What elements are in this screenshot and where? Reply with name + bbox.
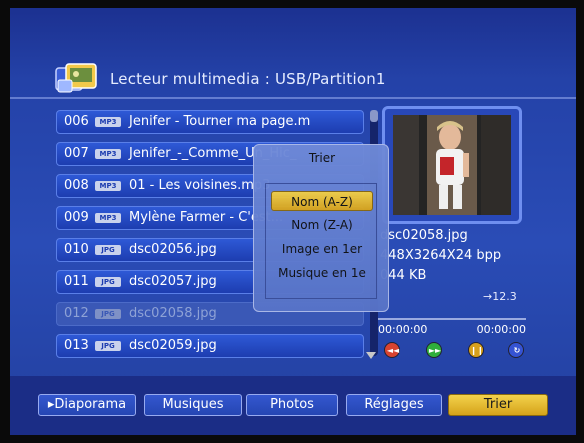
file-number: 006 bbox=[64, 114, 89, 129]
frame-border-right bbox=[576, 0, 584, 443]
file-number: 007 bbox=[64, 146, 89, 161]
sort-option-images-first[interactable]: Image en 1er bbox=[271, 239, 373, 259]
playback-time-bar: 00:00:00 00:00:00 bbox=[378, 318, 526, 338]
pause-icon[interactable]: ❙❙ bbox=[468, 342, 484, 358]
jpg-icon: JPG bbox=[95, 341, 121, 351]
repeat-icon[interactable]: ↻ bbox=[508, 342, 524, 358]
frame-border-top bbox=[0, 0, 584, 8]
slideshow-button[interactable]: ▸Diaporama bbox=[38, 394, 136, 416]
info-filename: dsc02058.jpg bbox=[380, 228, 468, 243]
mp3-icon: MP3 bbox=[95, 149, 121, 159]
image-preview bbox=[382, 106, 522, 224]
scroll-down-arrow-icon[interactable] bbox=[366, 352, 376, 359]
info-dimensions: 448X3264X24 bpp bbox=[380, 248, 502, 263]
settings-button[interactable]: Réglages bbox=[346, 394, 442, 416]
sort-option-name-desc[interactable]: Nom (Z-A) bbox=[271, 215, 373, 235]
file-name: Jenifer - Tourner ma page.m bbox=[129, 114, 311, 129]
jpg-icon: JPG bbox=[95, 277, 121, 287]
file-number: 009 bbox=[64, 210, 89, 225]
elapsed-time: 00:00:00 bbox=[378, 323, 428, 336]
jpg-icon: JPG bbox=[95, 245, 121, 255]
file-name: dsc02056.jpg bbox=[129, 242, 217, 257]
playback-controls: ◄◄ ►► ❙❙ ↻ bbox=[384, 342, 524, 360]
fast-forward-icon[interactable]: ►► bbox=[426, 342, 442, 358]
photo-thumbnail bbox=[393, 115, 511, 215]
file-name: 01 - Les voisines.mp3 bbox=[129, 178, 271, 193]
sort-dialog-title: Trier bbox=[308, 151, 336, 165]
file-row[interactable]: 013 JPG dsc02059.jpg bbox=[56, 334, 364, 358]
file-number: 011 bbox=[64, 274, 89, 289]
file-number: 012 bbox=[64, 306, 89, 321]
frame-border-left bbox=[0, 0, 10, 443]
sort-option-name-asc[interactable]: Nom (A-Z) bbox=[271, 191, 373, 211]
sort-dialog: Trier Nom (A-Z) Nom (Z-A) Image en 1er M… bbox=[253, 144, 389, 312]
mp3-icon: MP3 bbox=[95, 181, 121, 191]
sort-button[interactable]: Trier bbox=[448, 394, 548, 416]
item-counter: →12.3 bbox=[483, 290, 517, 303]
mp3-icon: MP3 bbox=[95, 213, 121, 223]
mp3-icon: MP3 bbox=[95, 117, 121, 127]
scrollbar-thumb[interactable] bbox=[370, 110, 378, 122]
multimedia-folder-icon bbox=[54, 62, 100, 96]
file-number: 008 bbox=[64, 178, 89, 193]
music-button[interactable]: Musiques bbox=[144, 394, 242, 416]
sort-option-music-first[interactable]: Musique en 1e bbox=[271, 263, 373, 283]
total-time: 00:00:00 bbox=[476, 323, 526, 336]
title-divider bbox=[10, 97, 576, 99]
file-name: dsc02057.jpg bbox=[129, 274, 217, 289]
rewind-icon[interactable]: ◄◄ bbox=[384, 342, 400, 358]
file-number: 010 bbox=[64, 242, 89, 257]
jpg-icon: JPG bbox=[95, 309, 121, 319]
page-title: Lecteur multimedia : USB/Partition1 bbox=[110, 70, 386, 88]
frame-border-bottom bbox=[0, 435, 584, 443]
file-name: dsc02059.jpg bbox=[129, 338, 217, 353]
file-row[interactable]: 006 MP3 Jenifer - Tourner ma page.m bbox=[56, 110, 364, 134]
title-bar: Lecteur multimedia : USB/Partition1 bbox=[10, 60, 576, 98]
file-name: dsc02058.jpg bbox=[129, 306, 217, 321]
file-number: 013 bbox=[64, 338, 89, 353]
photos-button[interactable]: Photos bbox=[246, 394, 338, 416]
